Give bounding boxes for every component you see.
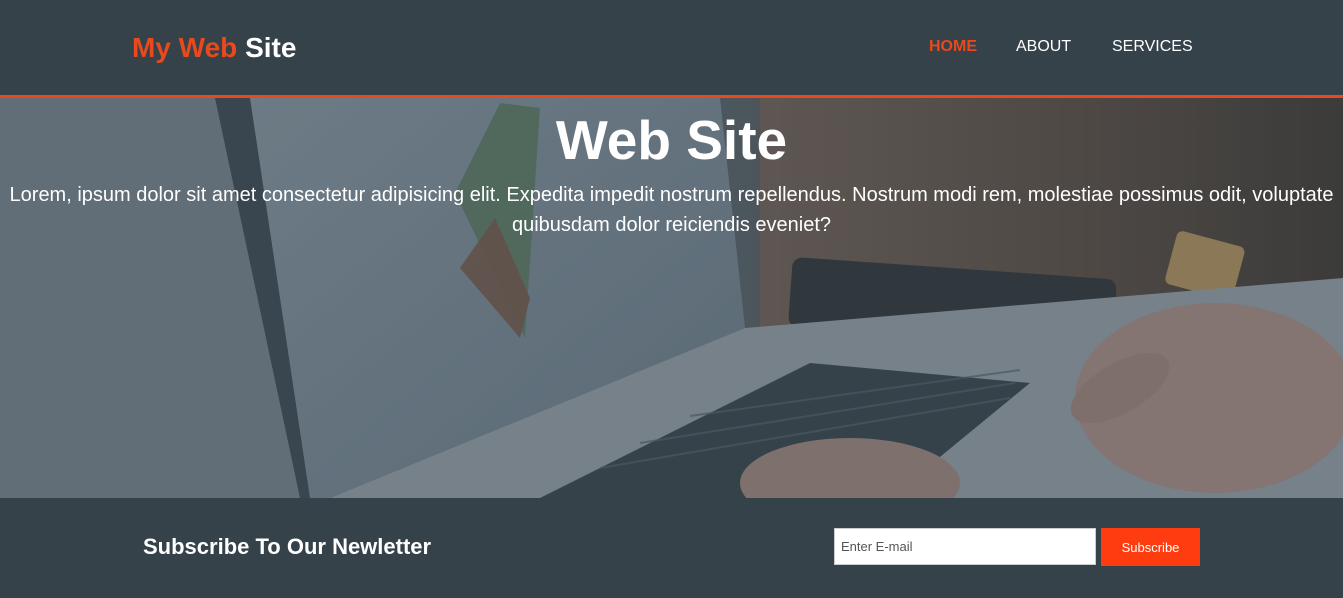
newsletter-title: Subscribe To Our Newletter [143,534,432,559]
hero-description: Lorem, ipsum dolor sit amet consectetur … [9,184,1334,236]
main-nav: HOME ABOUT SERVICES [0,37,1343,57]
nav-link-about[interactable]: ABOUT [1016,37,1071,57]
subscribe-button[interactable]: Subscribe [1101,528,1200,566]
newsletter-section: Subscribe To Our Newletter Subscribe [0,498,1343,598]
hero-title: Web Site [555,109,788,171]
site-header: My Web Site HOME ABOUT SERVICES [0,0,1343,98]
email-input[interactable] [834,528,1096,565]
nav-link-home[interactable]: HOME [929,37,977,57]
hero-section: Web Site Lorem, ipsum dolor sit amet con… [0,98,1343,498]
nav-link-services[interactable]: SERVICES [1112,37,1193,57]
